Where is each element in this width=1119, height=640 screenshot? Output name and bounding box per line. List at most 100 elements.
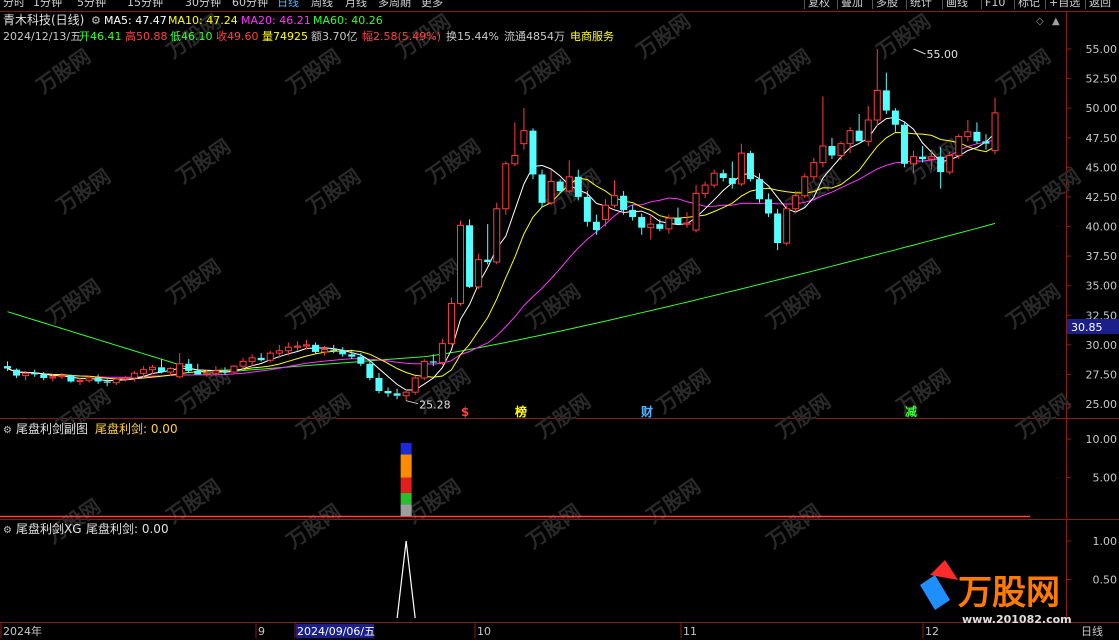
period-label: 日线 (1081, 624, 1103, 638)
candle-body (547, 181, 555, 204)
candle-body (148, 366, 156, 371)
ma10-line (7, 131, 996, 380)
candle-body (212, 370, 220, 374)
watermark-logo-mark (920, 575, 950, 610)
candle-body (230, 365, 238, 373)
candle (801, 173, 809, 199)
candle (112, 377, 120, 386)
candle-body (864, 119, 872, 142)
candle-body (466, 225, 474, 287)
candle-body (873, 89, 881, 121)
candle-body (692, 192, 700, 231)
price-tick-label: 47.50 (1086, 132, 1118, 145)
quote-field-8: 换15.44% (446, 29, 499, 43)
event-marker-2[interactable]: 财 (640, 404, 653, 419)
candle-body (366, 363, 374, 378)
quote-field-0: 2024/12/13/五 (3, 30, 81, 43)
candle (185, 359, 193, 374)
price-tick-label: 35.00 (1086, 280, 1118, 293)
price-tick-label: 50.00 (1086, 102, 1118, 115)
quote-field-6: 额3.70亿 (311, 30, 358, 43)
date-label: 2024年 (3, 624, 42, 638)
candle (828, 137, 836, 160)
candle (248, 354, 256, 367)
high-pointer (913, 48, 926, 55)
candle-body (438, 343, 446, 364)
event-marker-3[interactable]: 减 (905, 404, 917, 419)
price-tick-label: 55.00 (1086, 43, 1118, 56)
candle (810, 157, 818, 181)
candle-body (538, 174, 546, 203)
candle (991, 97, 999, 155)
panel2-indicator: 尾盘利剑: 0.00 (95, 421, 178, 436)
candle-body (112, 378, 120, 384)
candle-body (447, 302, 455, 345)
watermark: 万股网万股网万股网万股网万股网万股网万股网万股网万股网万股网万股网万股网万股网万… (31, 9, 1085, 626)
candle-body (484, 259, 492, 262)
candle-body (203, 372, 211, 375)
candle-body (194, 370, 202, 375)
candle (447, 297, 455, 345)
candle-body (910, 156, 917, 165)
date-label: 11 (683, 625, 697, 638)
watermark-text: 万股网 (631, 9, 695, 64)
candle (683, 212, 691, 228)
candle (783, 205, 791, 246)
candle (384, 387, 392, 397)
candle (13, 368, 21, 378)
signal-bar-segment (400, 442, 412, 455)
candle (230, 364, 238, 374)
panel2-settings-icon[interactable]: ⚙ (3, 425, 12, 436)
watermark-text: 万股网 (41, 274, 105, 329)
candle-body (58, 375, 66, 378)
candle-body (955, 136, 963, 156)
candle-body (964, 131, 972, 138)
candle-body (221, 370, 229, 373)
candle-body (801, 176, 809, 197)
candle-body (737, 152, 745, 185)
candle-body (819, 145, 827, 164)
event-marker-0[interactable]: $ (461, 405, 469, 419)
event-marker-1[interactable]: 榜 (515, 404, 527, 419)
signal-bar-segment (400, 492, 412, 505)
candle-body (176, 363, 184, 378)
ma60-line (7, 222, 996, 374)
ma20-line (7, 139, 996, 378)
watermark-logo: 万股网 (958, 573, 1060, 613)
candle-body (94, 377, 102, 382)
candle-body (67, 375, 75, 382)
quote-info-row: 2024/12/13/五开46.41 高50.88 低46.10 收49.60 量749… (3, 29, 614, 43)
watermark-text: 万股网 (301, 164, 365, 219)
watermark-text: 万股网 (161, 474, 225, 529)
panel3-name[interactable]: 尾盘利剑XG (16, 521, 82, 536)
watermark-text: 万股网 (281, 499, 345, 554)
candle-body (665, 217, 673, 230)
panel2-name[interactable]: 尾盘利剑副图 (16, 421, 88, 436)
quote-field-4: 收49.60 (216, 29, 259, 43)
candle-body (520, 130, 528, 145)
candle-body (837, 143, 845, 157)
panel3-tick-label: 0.50 (1093, 574, 1118, 587)
date-axis: 2024年 9 2024/09/06/五 10 11 12 日线 (0, 623, 1103, 638)
watermark-url: www.201082.com (962, 613, 1072, 626)
candle (900, 122, 908, 168)
candle (339, 347, 347, 357)
panel2-tick-label: 10.00 (1086, 433, 1118, 446)
candle-body (185, 363, 193, 371)
candle-body (239, 360, 247, 367)
candle-body (629, 209, 637, 218)
candle (855, 114, 863, 142)
up-icon[interactable]: ▲ (1052, 16, 1060, 27)
stock-title[interactable]: 青木科技(日线) (3, 13, 84, 27)
candle (176, 353, 184, 378)
diamond-icon[interactable]: ◇ (1036, 16, 1044, 27)
candle-body (49, 376, 57, 379)
candle (130, 370, 138, 382)
candle-body (674, 218, 682, 225)
settings-icon[interactable]: ⚙ (91, 14, 101, 27)
candle (719, 169, 727, 182)
candle-body (728, 177, 736, 184)
panel3-settings-icon[interactable]: ⚙ (3, 525, 12, 536)
signal-bar-segment (400, 454, 412, 478)
candle (502, 161, 510, 215)
